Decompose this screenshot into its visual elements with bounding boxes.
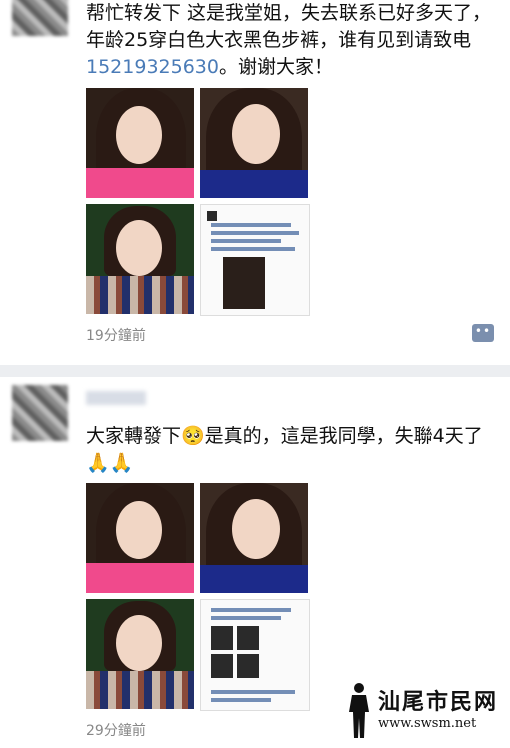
photo-1[interactable] bbox=[86, 483, 194, 593]
author-name[interactable] bbox=[86, 391, 146, 405]
author-avatar[interactable] bbox=[12, 0, 68, 36]
site-watermark: 汕尾市民网 www.swsm.net bbox=[342, 682, 502, 742]
photo-1[interactable] bbox=[86, 88, 194, 198]
comment-icon[interactable]: •• bbox=[472, 324, 494, 342]
author-avatar[interactable] bbox=[12, 385, 68, 441]
post-text: 帮忙转发下 这是我堂姐，失去联系已好多天了，年龄25穿白色大衣黑色步裤，谁有见到… bbox=[86, 0, 496, 81]
photo-3[interactable] bbox=[86, 204, 194, 314]
photo-2[interactable] bbox=[200, 88, 308, 198]
photo-4-screenshot[interactable] bbox=[200, 204, 310, 316]
photo-4-screenshot[interactable] bbox=[200, 599, 310, 711]
post-text-end: 。谢谢大家！ bbox=[218, 56, 333, 78]
photo-2[interactable] bbox=[200, 483, 308, 593]
feed-divider bbox=[0, 365, 510, 377]
post-1: 帮忙转发下 这是我堂姐，失去联系已好多天了，年龄25穿白色大衣黑色步裤，谁有见到… bbox=[0, 0, 510, 365]
watermark-title: 汕尾市民网 bbox=[378, 689, 499, 715]
watermark-url: www.swsm.net bbox=[378, 716, 477, 731]
photo-3[interactable] bbox=[86, 599, 194, 709]
phone-link[interactable]: 15219325630 bbox=[86, 56, 219, 78]
post-text-main: 帮忙转发下 这是我堂姐，失去联系已好多天了，年龄25穿白色大衣黑色步裤，谁有见到… bbox=[86, 2, 492, 51]
post-text: 大家轉發下🥺是真的，這是我同學，失聯4天了🙏🙏 bbox=[86, 425, 483, 474]
person-logo-icon bbox=[349, 683, 369, 738]
post-time: 29分鐘前 bbox=[86, 723, 146, 739]
post-time: 19分鐘前 bbox=[86, 328, 146, 344]
